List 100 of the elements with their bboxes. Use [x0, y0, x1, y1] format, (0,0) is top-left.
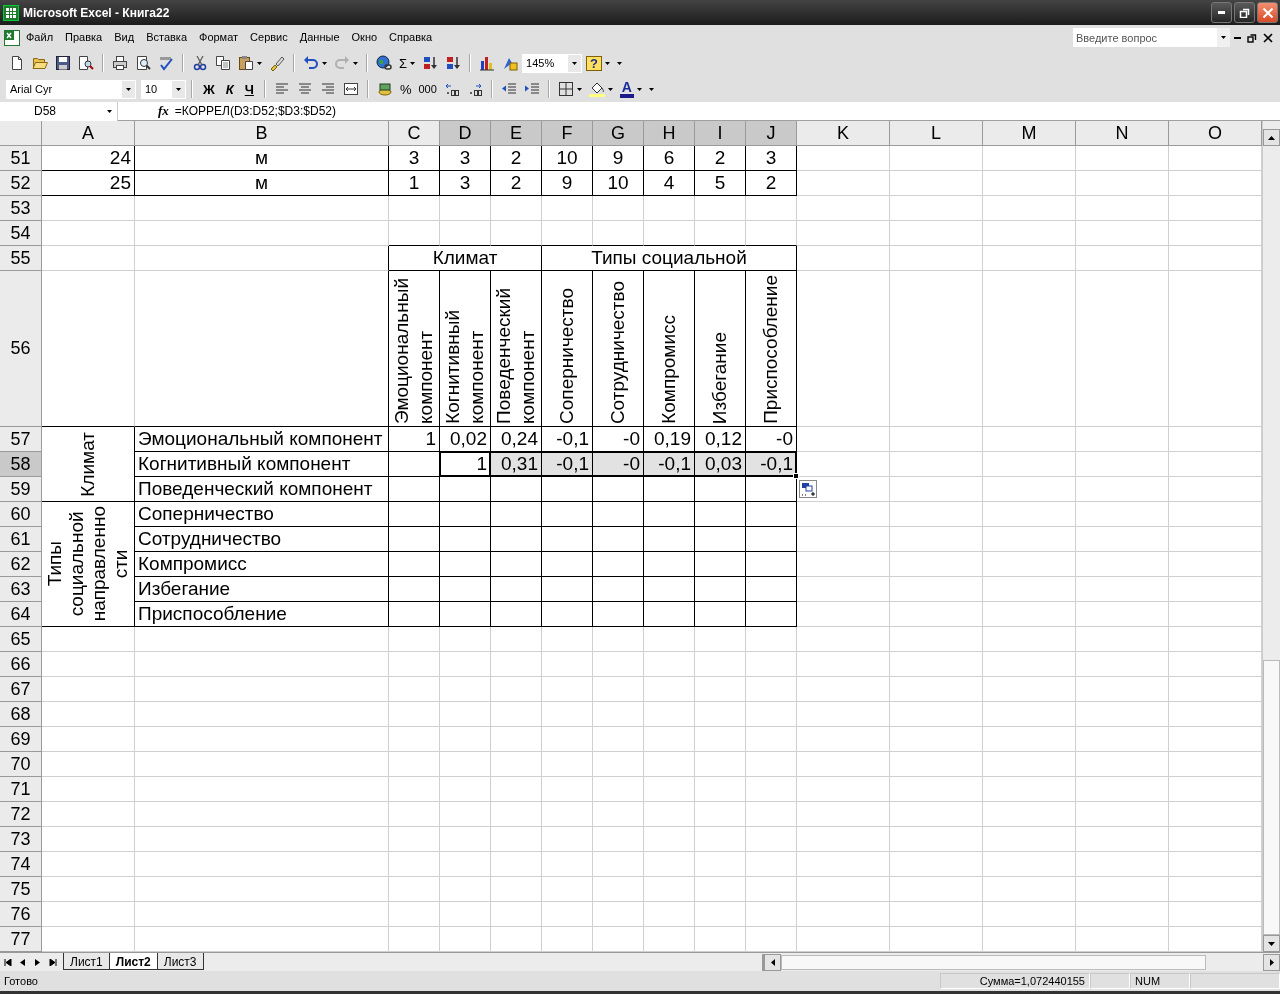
menu-item[interactable]: Сервис [244, 28, 294, 47]
menu-item[interactable]: Справка [383, 28, 439, 47]
row-header[interactable]: 76 [0, 902, 42, 927]
empty-cell[interactable] [695, 602, 746, 627]
column-header[interactable]: N [1076, 121, 1169, 146]
empty-cell[interactable] [440, 477, 491, 502]
zoom-box[interactable]: 145% [522, 53, 583, 73]
empty-cell[interactable] [542, 477, 593, 502]
empty-cell[interactable] [695, 577, 746, 602]
scroll-down-button[interactable] [1263, 935, 1280, 952]
empty-cell[interactable] [389, 527, 440, 552]
select-all-button[interactable] [0, 121, 42, 146]
empty-cell[interactable] [542, 577, 593, 602]
column-header[interactable]: O [1169, 121, 1262, 146]
empty-cell[interactable] [440, 602, 491, 627]
row-header[interactable]: 57 [0, 427, 42, 452]
empty-cell[interactable] [389, 602, 440, 627]
empty-cell[interactable] [593, 602, 644, 627]
name-box[interactable]: D58 [0, 101, 118, 121]
empty-cell[interactable] [542, 527, 593, 552]
row-header[interactable]: 66 [0, 652, 42, 677]
empty-cell[interactable] [440, 552, 491, 577]
empty-cell[interactable] [593, 527, 644, 552]
empty-cell[interactable] [389, 502, 440, 527]
empty-cell[interactable] [644, 577, 695, 602]
empty-cell[interactable] [491, 552, 542, 577]
sheet-tab[interactable]: Лист3 [156, 953, 204, 970]
thousands-button[interactable]: 000 [415, 78, 440, 100]
empty-cell[interactable] [695, 527, 746, 552]
row-header[interactable]: 77 [0, 927, 42, 952]
row-header[interactable]: 55 [0, 246, 42, 271]
column-header[interactable]: M [983, 121, 1076, 146]
font-color-button[interactable]: A [616, 78, 645, 100]
row-header[interactable]: 73 [0, 827, 42, 852]
empty-cell[interactable] [491, 477, 542, 502]
menu-item[interactable]: Данные [293, 28, 346, 47]
empty-cell[interactable] [542, 552, 593, 577]
empty-cell[interactable] [491, 502, 542, 527]
row-header[interactable]: 72 [0, 802, 42, 827]
empty-cell[interactable] [440, 502, 491, 527]
empty-cell[interactable] [542, 602, 593, 627]
column-header[interactable]: H [644, 121, 695, 146]
row-header[interactable]: 54 [0, 221, 42, 246]
question-field[interactable]: Введите вопрос [1073, 28, 1217, 47]
scroll-thumb[interactable] [781, 954, 1206, 970]
empty-cell[interactable] [746, 552, 797, 577]
sheet-tab[interactable]: Лист2 [108, 953, 158, 970]
row-header[interactable]: 62 [0, 552, 42, 577]
row-header[interactable]: 53 [0, 196, 42, 221]
column-header[interactable]: K [797, 121, 890, 146]
empty-cell[interactable] [746, 527, 797, 552]
empty-cell[interactable] [746, 577, 797, 602]
menu-item[interactable]: Вставка [140, 28, 193, 47]
scroll-left-button[interactable] [764, 953, 781, 971]
formula-field[interactable]: =КОРРЕЛ(D3:D52;$D3:$D52) [174, 102, 336, 120]
scroll-up-button[interactable] [1263, 129, 1280, 146]
column-header[interactable]: F [542, 121, 593, 146]
row-header[interactable]: 59 [0, 477, 42, 502]
menu-item[interactable]: Формат [193, 28, 245, 47]
autosum-button[interactable]: Σ [396, 52, 419, 74]
column-header[interactable]: I [695, 121, 746, 146]
empty-cell[interactable] [644, 477, 695, 502]
empty-cell[interactable] [389, 477, 440, 502]
empty-cell[interactable] [389, 552, 440, 577]
row-header[interactable]: 68 [0, 702, 42, 727]
menu-item[interactable]: Файл [20, 28, 60, 47]
row-header[interactable]: 64 [0, 602, 42, 627]
empty-cell[interactable] [644, 552, 695, 577]
empty-cell[interactable] [491, 577, 542, 602]
row-header[interactable]: 67 [0, 677, 42, 702]
column-header[interactable]: L [890, 121, 983, 146]
empty-cell[interactable] [593, 477, 644, 502]
empty-cell[interactable] [644, 527, 695, 552]
empty-cell[interactable] [440, 577, 491, 602]
column-header[interactable]: E [491, 121, 542, 146]
percent-button[interactable]: % [396, 78, 415, 100]
scroll-thumb[interactable] [1263, 660, 1280, 935]
underline-button[interactable]: Ч [239, 78, 259, 100]
empty-cell[interactable] [135, 271, 389, 427]
row-header[interactable]: 58 [0, 452, 42, 477]
menu-item[interactable]: Правка [59, 28, 109, 47]
bold-button[interactable]: Ж [198, 78, 220, 100]
empty-cell[interactable] [746, 502, 797, 527]
empty-cell[interactable] [389, 577, 440, 602]
row-header[interactable]: 71 [0, 777, 42, 802]
row-header[interactable]: 61 [0, 527, 42, 552]
help-button[interactable]: ? [583, 52, 613, 74]
column-header[interactable]: D [440, 121, 491, 146]
sheet-tab[interactable]: Лист1 [63, 953, 110, 970]
row-header[interactable]: 69 [0, 727, 42, 752]
column-header[interactable]: B [135, 121, 389, 146]
row-header[interactable]: 65 [0, 627, 42, 652]
insert-function-button[interactable]: fx [158, 101, 169, 121]
restore-button[interactable] [1234, 2, 1255, 23]
column-header[interactable]: J [746, 121, 797, 146]
menu-item[interactable]: Окно [345, 28, 384, 47]
font-name-box[interactable]: Arial Cyr [6, 79, 136, 99]
row-header[interactable]: 52 [0, 171, 42, 196]
empty-cell[interactable] [695, 477, 746, 502]
dropdown-button[interactable] [1217, 28, 1230, 47]
